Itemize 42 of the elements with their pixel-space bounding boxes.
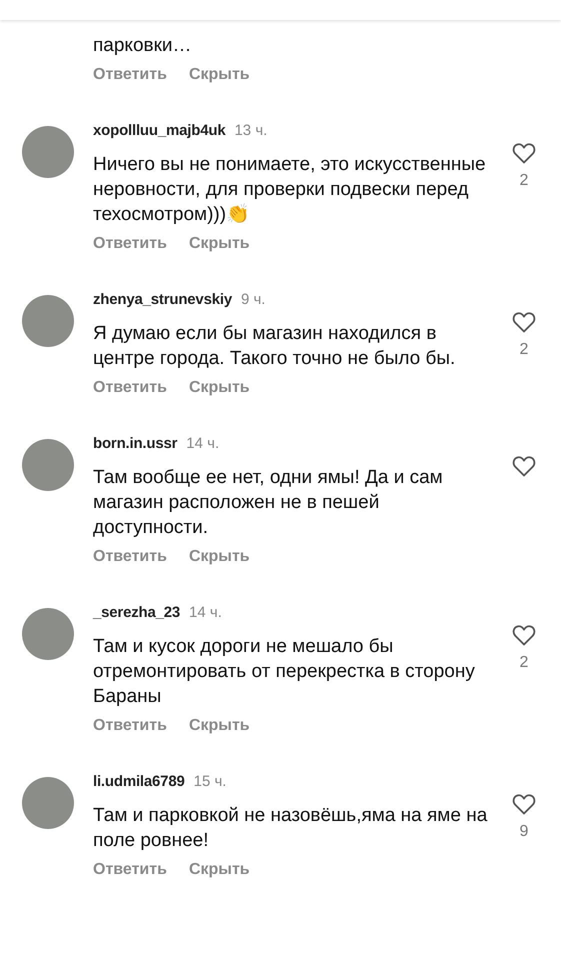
reply-link[interactable]: Ответить [93,717,167,735]
avatar-photo[interactable] [22,126,74,178]
username[interactable]: li.udmila6789 [93,773,185,790]
username[interactable]: zhenya_strunevskiy [93,291,232,308]
reply-link[interactable]: Ответить [93,235,167,253]
heart-icon[interactable] [512,142,536,164]
heart-icon[interactable] [512,311,536,333]
hide-link[interactable]: Скрыть [188,861,250,879]
avatar-photo[interactable] [22,439,74,491]
comment-text: Я думаю если бы магазин находился в центре города. Такого точно не было бы. [93,322,456,371]
username[interactable]: _serezha_23 [93,604,180,621]
hide-link[interactable]: Скрыть [188,548,250,566]
comment-time: 9 ч. [240,291,266,308]
comment-time: 14 ч. [186,435,220,452]
hide-link[interactable]: Скрыть [188,66,250,84]
heart-icon[interactable] [512,624,536,646]
like-count: 2 [520,341,528,359]
comment-text: Ничего вы не понимаете, это искусственные неровности, для проверки подвески перед техосмотром)))👏 [93,153,487,227]
username[interactable]: born.in.ussr [93,435,178,452]
comment-time: 14 ч. [189,604,222,621]
avatar-photo[interactable] [22,608,74,660]
like-count: 2 [520,172,528,190]
comment-text: Там вообще ее нет, одни ямы! Да и сам магазин расположен не в пешей доступности. [93,466,444,540]
heart-icon[interactable] [512,793,536,815]
reply-link[interactable]: Ответить [93,379,167,397]
avatar-photo[interactable] [22,777,74,829]
reply-link[interactable]: Ответить [93,66,167,84]
comment-text: Там и парковкой не назовёшь,яма на яме на поле ровнее! [93,804,488,853]
heart-icon[interactable] [512,455,536,477]
comment-text: парковки… [93,34,193,58]
comment-time: 15 ч. [194,773,226,790]
comment-time: 13 ч. [234,122,268,139]
hide-link[interactable]: Скрыть [188,235,250,253]
hide-link[interactable]: Скрыть [188,379,250,397]
reply-link[interactable]: Ответить [93,548,167,566]
comment-text: Там и кусок дороги не мешало бы отремонтировать от перекрестка в сторону Бараны [93,635,476,709]
reply-link[interactable]: Ответить [93,861,167,879]
like-count: 2 [520,654,528,672]
avatar-photo[interactable] [22,295,74,347]
hide-link[interactable]: Скрыть [188,717,250,735]
like-count: 9 [520,823,528,841]
username[interactable]: xopollluu_majb4uk [93,122,226,139]
